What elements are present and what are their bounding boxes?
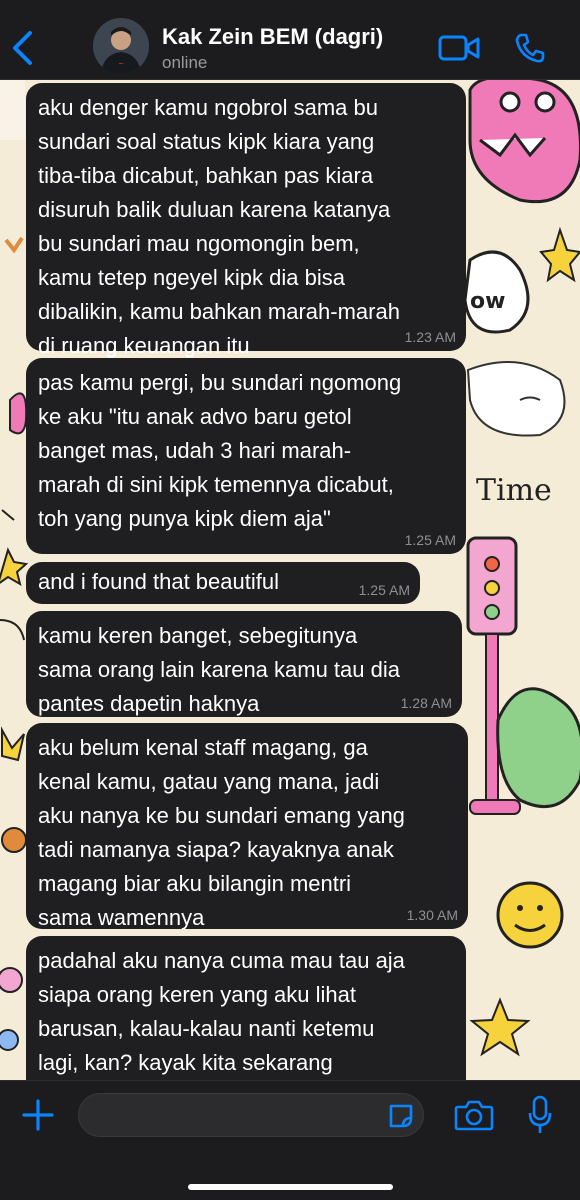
home-indicator[interactable] bbox=[188, 1184, 393, 1190]
chat-area[interactable]: ow Time aku denger kamu ngobrol sama bu … bbox=[0, 80, 580, 1080]
message-text: padahal aku nanya cuma mau tau aja siapa… bbox=[38, 948, 405, 1075]
svg-text:~: ~ bbox=[118, 60, 124, 68]
message-bubble[interactable]: padahal aku nanya cuma mau tau aja siapa… bbox=[26, 936, 466, 1080]
phone-icon[interactable] bbox=[514, 32, 546, 64]
wallpaper-speech-text: ow bbox=[470, 289, 505, 314]
message-time: 1.30 AM bbox=[406, 907, 458, 923]
contact-name[interactable]: Kak Zein BEM (dagri) bbox=[162, 24, 383, 50]
message-bubble[interactable]: pas kamu pergi, bu sundari ngomong ke ak… bbox=[26, 358, 466, 554]
message-time: 1.25 AM bbox=[358, 582, 410, 598]
chevron-left-icon[interactable] bbox=[10, 30, 36, 66]
avatar[interactable]: ~ bbox=[93, 18, 149, 74]
message-time: 1.23 AM bbox=[404, 329, 456, 345]
sticker-icon[interactable] bbox=[387, 1102, 415, 1130]
message-time: 1.25 AM bbox=[404, 532, 456, 548]
message-input[interactable] bbox=[78, 1093, 424, 1137]
message-text: and i found that beautiful bbox=[38, 569, 279, 594]
message-text: aku belum kenal staff magang, ga kenal k… bbox=[38, 735, 405, 930]
message-text: pas kamu pergi, bu sundari ngomong ke ak… bbox=[38, 370, 402, 531]
message-bubble[interactable]: kamu keren banget, sebegitunya sama oran… bbox=[26, 611, 462, 717]
message-composer bbox=[0, 1080, 580, 1200]
message-bubble[interactable]: aku denger kamu ngobrol sama bu sundari … bbox=[26, 83, 466, 358]
message-bubble[interactable]: and i found that beautiful 1.25 AM bbox=[26, 562, 420, 604]
message-time: 1.28 AM bbox=[400, 695, 452, 711]
camera-icon[interactable] bbox=[454, 1099, 494, 1131]
microphone-icon[interactable] bbox=[528, 1095, 552, 1135]
chat-header: ~ Kak Zein BEM (dagri) online bbox=[0, 0, 580, 80]
plus-icon[interactable] bbox=[20, 1097, 56, 1133]
contact-status: online bbox=[162, 53, 208, 72]
message-text: aku denger kamu ngobrol sama bu sundari … bbox=[38, 95, 400, 358]
message-text: kamu keren banget, sebegitunya sama oran… bbox=[38, 623, 400, 716]
message-bubble[interactable]: aku belum kenal staff magang, ga kenal k… bbox=[26, 723, 468, 930]
video-camera-icon[interactable] bbox=[438, 34, 480, 62]
wallpaper-time-text: Time bbox=[476, 473, 552, 508]
